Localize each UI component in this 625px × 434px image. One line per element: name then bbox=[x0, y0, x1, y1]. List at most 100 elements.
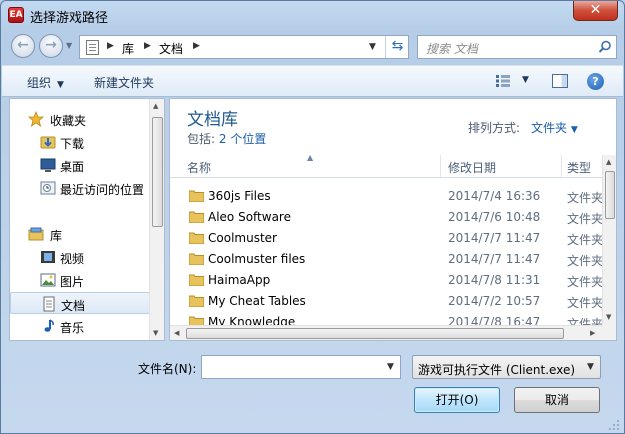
file-row[interactable]: Aleo Software 2014/7/6 10:48 文件夹 bbox=[170, 207, 604, 228]
file-name: Coolmuster files bbox=[208, 252, 306, 266]
search-placeholder: 搜索 文档 bbox=[426, 42, 478, 56]
file-row[interactable]: HaimaApp 2014/7/8 11:31 文件夹 bbox=[170, 270, 603, 291]
file-row[interactable]: Coolmuster files 2014/7/7 11:47 文件夹 bbox=[170, 249, 604, 270]
sidebar-item-label: 文档 bbox=[61, 299, 86, 313]
search-icon[interactable] bbox=[598, 40, 612, 54]
cancel-button[interactable]: 取消 bbox=[514, 387, 600, 413]
file-name: HaimaApp bbox=[208, 273, 271, 287]
star-icon bbox=[28, 111, 44, 127]
scroll-left-icon[interactable]: ◀ bbox=[174, 329, 179, 337]
search-input[interactable]: 搜索 文档 bbox=[417, 35, 617, 59]
sidebar-group-label: 收藏夹 bbox=[50, 114, 87, 128]
chevron-right-icon[interactable]: ▶ bbox=[193, 41, 200, 51]
forward-button[interactable]: → bbox=[39, 34, 63, 58]
sidebar-item-recent-places[interactable]: 最近访问的位置 bbox=[10, 177, 150, 199]
file-type: 文件夹 bbox=[567, 212, 604, 226]
change-view-icon[interactable] bbox=[496, 75, 510, 87]
file-name: Aleo Software bbox=[208, 210, 291, 224]
scrollbar-thumb[interactable] bbox=[152, 117, 163, 227]
navigation-pane: 收藏夹 下载 桌面 最近访问的位置 库 视频 图片 文档 音乐 ▲ ▼ bbox=[9, 98, 165, 341]
new-folder-button[interactable]: 新建文件夹 bbox=[94, 74, 154, 91]
breadcrumb-documents[interactable]: 文档 bbox=[159, 40, 183, 57]
sidebar-item-videos[interactable]: 视频 bbox=[10, 246, 150, 268]
title-bar: EA 选择游戏路径 ✕ bbox=[1, 1, 624, 29]
column-name[interactable]: 名称 bbox=[187, 159, 211, 176]
file-date: 2014/7/6 10:48 bbox=[448, 210, 541, 224]
documents-library-icon bbox=[43, 296, 55, 312]
scroll-down-icon[interactable]: ▼ bbox=[153, 329, 158, 337]
recent-pages-dropdown[interactable]: ▼ bbox=[66, 41, 72, 50]
organize-label: 组织 bbox=[27, 76, 52, 90]
arrange-by-label: 排列方式: bbox=[468, 121, 521, 135]
filename-label: 文件名(N): bbox=[138, 362, 197, 376]
column-divider[interactable] bbox=[561, 155, 562, 177]
file-list-vertical-scrollbar[interactable]: ▲ ▼ bbox=[602, 155, 616, 325]
resize-grip-icon[interactable] bbox=[608, 419, 620, 431]
sidebar-item-label: 视频 bbox=[60, 252, 85, 266]
organize-button[interactable]: 组织 ▼ bbox=[27, 74, 64, 91]
sidebar-group-label: 库 bbox=[50, 229, 63, 243]
scroll-down-icon[interactable]: ▼ bbox=[606, 313, 611, 321]
view-options-dropdown[interactable]: ▼ bbox=[522, 75, 529, 85]
file-type: 文件夹 bbox=[567, 233, 604, 247]
recent-places-icon bbox=[40, 181, 56, 195]
video-library-icon bbox=[41, 251, 55, 263]
close-button[interactable]: ✕ bbox=[573, 1, 618, 21]
file-type-filter-select[interactable]: 游戏可执行文件 (Client.exe) ▼ bbox=[412, 355, 601, 379]
forward-arrow-icon: → bbox=[45, 37, 57, 53]
file-type: 文件夹 bbox=[567, 191, 604, 205]
library-locations-link[interactable]: 2 个位置 bbox=[219, 132, 266, 146]
app-icon: EA bbox=[8, 7, 24, 23]
chevron-down-icon[interactable]: ▼ bbox=[587, 362, 594, 372]
sidebar-group-favorites[interactable]: 收藏夹 bbox=[10, 108, 150, 130]
help-icon[interactable]: ? bbox=[587, 73, 604, 90]
file-list-pane: 文档库 包括: 2 个位置 排列方式: 文件夹 ▼ ▲ 名称 修改日期 类型 3… bbox=[169, 98, 617, 341]
column-header: ▲ 名称 修改日期 类型 bbox=[170, 153, 602, 178]
folder-icon bbox=[189, 211, 204, 223]
scroll-up-icon[interactable]: ▲ bbox=[606, 158, 611, 166]
scrollbar-thumb[interactable] bbox=[186, 328, 564, 339]
filename-input[interactable]: ▼ bbox=[201, 355, 401, 379]
folder-icon bbox=[189, 295, 204, 307]
caret-down-icon: ▼ bbox=[57, 80, 64, 90]
preview-pane-icon[interactable] bbox=[552, 74, 568, 88]
command-toolbar: 组织 ▼ 新建文件夹 ▼ ? bbox=[2, 65, 623, 97]
column-type[interactable]: 类型 bbox=[567, 159, 591, 176]
arrange-by-value: 文件夹 bbox=[531, 121, 568, 135]
file-type: 文件夹 bbox=[567, 296, 604, 310]
open-button[interactable]: 打开(O) bbox=[414, 387, 500, 413]
folder-icon bbox=[189, 253, 204, 265]
back-button[interactable]: ← bbox=[11, 34, 35, 58]
file-row[interactable]: Coolmuster 2014/7/7 11:47 文件夹 bbox=[170, 228, 604, 249]
file-row[interactable]: 360js Files 2014/7/4 16:36 文件夹 bbox=[170, 186, 604, 207]
window-title: 选择游戏路径 bbox=[30, 11, 109, 26]
chevron-right-icon[interactable]: ▶ bbox=[144, 41, 151, 51]
file-list-horizontal-scrollbar[interactable]: ◀ ▶ bbox=[170, 325, 602, 340]
navigation-scrollbar[interactable]: ▲ ▼ bbox=[149, 99, 164, 340]
file-date: 2014/7/8 11:31 bbox=[448, 273, 541, 287]
column-date[interactable]: 修改日期 bbox=[448, 159, 496, 176]
scroll-up-icon[interactable]: ▲ bbox=[153, 102, 158, 110]
sidebar-item-desktop[interactable]: 桌面 bbox=[10, 154, 150, 176]
sidebar-item-pictures[interactable]: 图片 bbox=[10, 269, 150, 291]
file-name: 360js Files bbox=[208, 189, 271, 203]
sidebar-group-libraries[interactable]: 库 bbox=[10, 223, 150, 245]
column-divider[interactable] bbox=[440, 155, 441, 177]
scroll-right-icon[interactable]: ▶ bbox=[590, 329, 595, 337]
chevron-right-icon[interactable]: ▶ bbox=[107, 41, 114, 51]
library-location-icon bbox=[86, 40, 99, 55]
file-type: 文件夹 bbox=[567, 254, 604, 268]
filename-history-dropdown[interactable]: ▼ bbox=[387, 362, 394, 372]
address-bar[interactable]: ▶ 库 ▶ 文档 ▶ ▼ ⇆ bbox=[79, 35, 409, 59]
refresh-button[interactable]: ⇆ bbox=[385, 36, 409, 58]
file-row[interactable]: My Cheat Tables 2014/7/2 10:57 文件夹 bbox=[170, 291, 604, 312]
sidebar-item-music[interactable]: 音乐 bbox=[10, 315, 150, 337]
arrange-by-dropdown[interactable]: 文件夹 ▼ bbox=[531, 119, 578, 136]
folder-icon bbox=[189, 190, 204, 202]
breadcrumb-libraries[interactable]: 库 bbox=[122, 40, 134, 57]
scrollbar-thumb[interactable] bbox=[605, 171, 615, 219]
sidebar-item-documents[interactable]: 文档 bbox=[10, 292, 150, 314]
address-history-dropdown[interactable]: ▼ bbox=[369, 42, 376, 52]
sidebar-item-downloads[interactable]: 下载 bbox=[10, 131, 150, 153]
sidebar-item-label: 桌面 bbox=[60, 160, 85, 174]
